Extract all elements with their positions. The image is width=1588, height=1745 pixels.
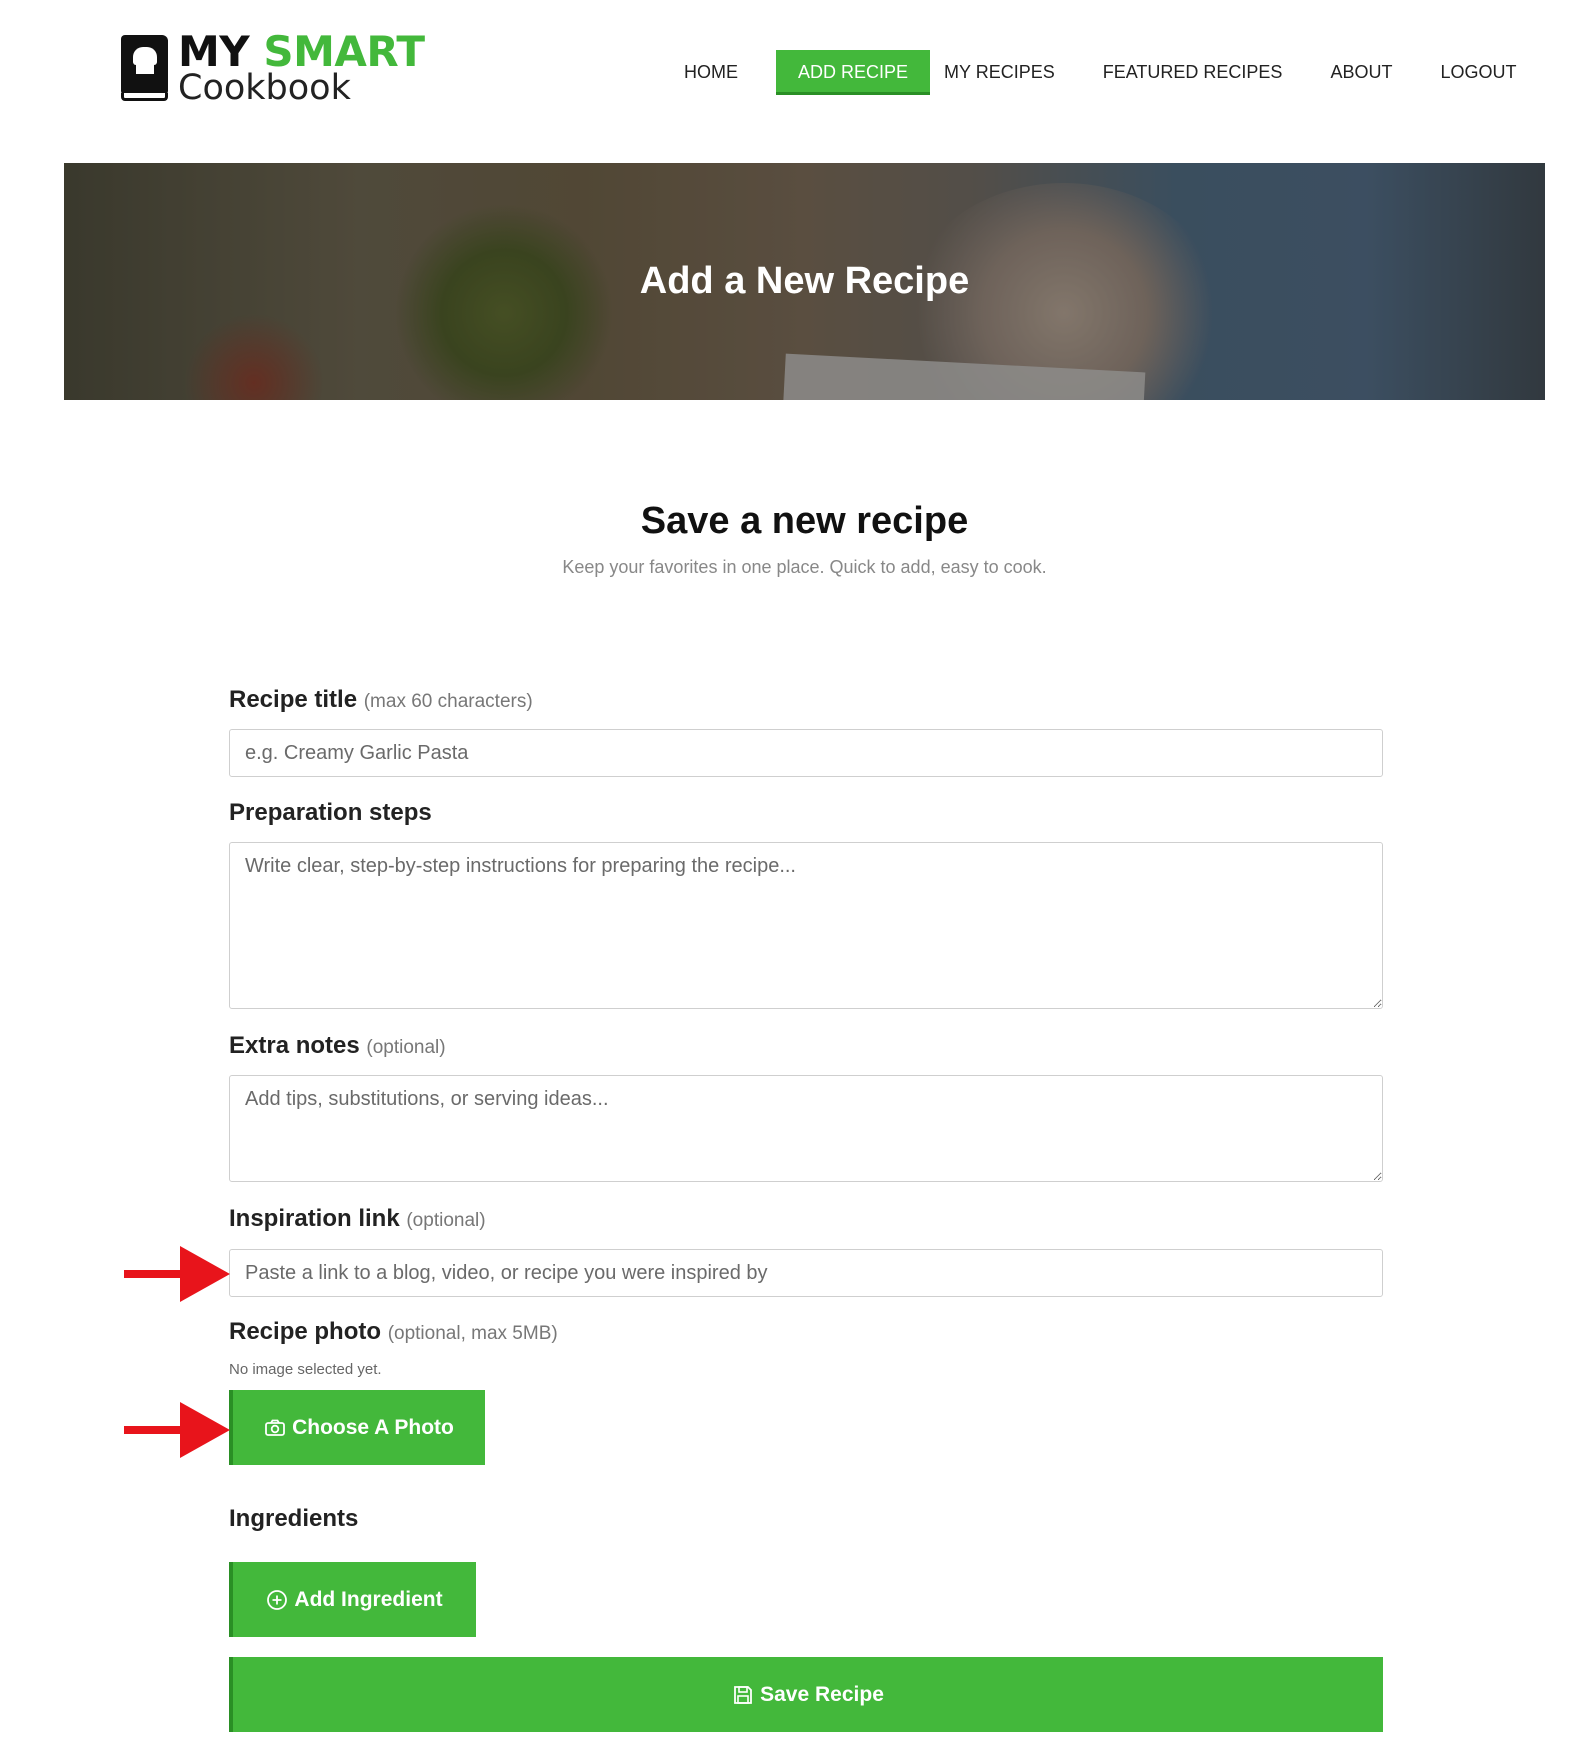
camera-icon: [265, 1419, 286, 1436]
ingredients-label: Ingredients: [229, 1505, 359, 1532]
banner-title: Add a New Recipe: [639, 260, 970, 302]
choose-photo-button[interactable]: Choose A Photo: [229, 1390, 485, 1465]
recipe-title-label: Recipe title (max 60 characters): [229, 686, 533, 713]
site-logo[interactable]: MY SMART Cookbook: [118, 30, 425, 108]
photo-status-text: No image selected yet.: [229, 1361, 382, 1378]
nav-about[interactable]: ABOUT: [1318, 50, 1404, 95]
save-recipe-label: Save Recipe: [760, 1682, 884, 1706]
save-recipe-button[interactable]: Save Recipe: [229, 1657, 1383, 1732]
inspiration-link-hint: (optional): [406, 1210, 486, 1231]
plus-circle-icon: [267, 1589, 288, 1610]
add-ingredient-label: Add Ingredient: [294, 1587, 443, 1611]
site-header: MY SMART Cookbook HOME ADD RECIPE MY REC…: [0, 0, 1588, 150]
extra-notes-label: Extra notes (optional): [229, 1032, 446, 1059]
nav-logout[interactable]: LOGOUT: [1428, 50, 1528, 95]
arrow-right-icon: [124, 1402, 230, 1458]
recipe-photo-hint: (optional, max 5MB): [387, 1323, 558, 1344]
nav-featured-recipes[interactable]: FEATURED RECIPES: [1091, 50, 1295, 95]
extra-notes-textarea[interactable]: [229, 1075, 1383, 1182]
recipe-title-input[interactable]: [229, 729, 1383, 777]
add-ingredient-button[interactable]: Add Ingredient: [229, 1562, 476, 1637]
nav-add-recipe[interactable]: ADD RECIPE: [776, 50, 931, 95]
recipe-title-hint: (max 60 characters): [363, 691, 533, 712]
arrow-right-icon: [124, 1246, 230, 1302]
preparation-steps-label: Preparation steps: [229, 799, 432, 826]
hero-banner: Add a New Recipe: [64, 163, 1545, 400]
choose-photo-label: Choose A Photo: [292, 1415, 454, 1439]
floppy-disk-icon: [734, 1685, 753, 1704]
nav-my-recipes[interactable]: MY RECIPES: [932, 50, 1067, 95]
page-title: Save a new recipe: [640, 500, 969, 542]
main-nav: HOME ADD RECIPE MY RECIPES FEATURED RECI…: [672, 50, 1528, 95]
inspiration-link-label: Inspiration link (optional): [229, 1205, 486, 1232]
cookbook-logo-icon: [118, 33, 170, 103]
logo-word-cookbook: Cookbook: [178, 67, 351, 108]
extra-notes-hint: (optional): [366, 1037, 446, 1058]
inspiration-link-input[interactable]: [229, 1249, 1383, 1297]
nav-home[interactable]: HOME: [672, 50, 750, 95]
recipe-photo-label: Recipe photo (optional, max 5MB): [229, 1318, 558, 1345]
page-subtitle: Keep your favorites in one place. Quick …: [562, 557, 1047, 577]
preparation-steps-textarea[interactable]: [229, 842, 1383, 1009]
